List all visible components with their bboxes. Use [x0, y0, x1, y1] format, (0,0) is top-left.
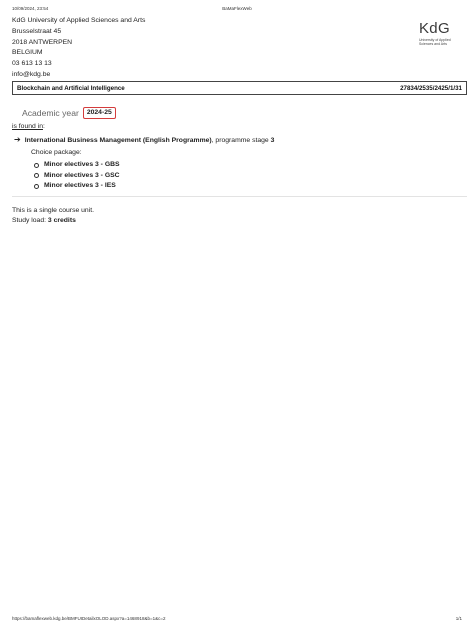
found-in-link[interactable]: is found in: [12, 123, 43, 130]
print-header: 10/09/2024, 23:54 BaMaFlexWeb: [12, 6, 462, 16]
found-in-colon: :: [42, 123, 45, 130]
kdg-logo: KdG University of Applied Sciences and A…: [419, 20, 469, 50]
print-title: BaMaFlexWeb: [222, 6, 252, 11]
programme-stage-text: , programme stage: [211, 136, 271, 144]
course-code: 27834/2535/2425/1/31: [400, 84, 462, 92]
elective-label: Minor electives 3 - GSC: [44, 171, 120, 179]
circle-bullet-icon: [34, 183, 39, 189]
list-item: Minor electives 3 - IES: [34, 181, 120, 192]
logo-subtitle: University of Applied Sciences and Arts: [419, 38, 469, 46]
course-title-bar: Blockchain and Artificial Intelligence 2…: [12, 81, 467, 95]
study-load-label: Study load:: [12, 217, 48, 224]
elective-label: Minor electives 3 - GBS: [44, 161, 120, 168]
course-name: Blockchain and Artificial Intelligence: [17, 84, 125, 92]
logo-subtitle-line: Sciences and Arts: [419, 42, 448, 46]
electives-list: Minor electives 3 - GBS Minor electives …: [34, 160, 120, 192]
course-unit-note: This is a single course unit.: [12, 207, 94, 214]
list-item: Minor electives 3 - GBS: [34, 160, 120, 171]
programme-entry: ➔ International Business Management (Eng…: [14, 136, 274, 144]
divider: [12, 196, 467, 197]
programme-stage: 3: [270, 136, 275, 144]
print-datetime: 10/09/2024, 23:54: [12, 6, 49, 11]
choice-package-label: Choice package:: [31, 149, 82, 156]
academic-year: Academic year 2024-25: [22, 107, 116, 119]
academic-year-badge[interactable]: 2024-25: [82, 107, 116, 119]
address-line: BELGIUM: [12, 49, 43, 57]
study-load: Study load: 3 credits: [12, 217, 76, 224]
elective-label: Minor electives 3 - IES: [44, 182, 116, 189]
address-phone: 03 613 13 13: [12, 60, 52, 68]
address-line: KdG University of Applied Sciences and A…: [12, 17, 146, 24]
academic-year-label: Academic year: [22, 108, 79, 118]
found-in-heading: is found in:: [12, 123, 45, 130]
address-email: info@kdg.be: [12, 70, 51, 78]
logo-text: KdG: [419, 20, 450, 37]
circle-bullet-icon: [34, 162, 39, 168]
institution-address: KdG University of Applied Sciences and A…: [12, 16, 145, 81]
address-line: 2018 ANTWERPEN: [12, 38, 73, 46]
circle-bullet-icon: [34, 173, 39, 179]
arrow-right-icon: ➔: [14, 135, 21, 144]
list-item: Minor electives 3 - GSC: [34, 171, 120, 182]
address-line: Brusselstraat 45: [12, 27, 62, 35]
page-number: 1/1: [455, 616, 462, 621]
footer-url: https://bamaflexweb.kdg.be/BMFUIDetailxO…: [12, 616, 166, 621]
programme-name[interactable]: International Business Management (Engli…: [25, 137, 212, 144]
study-load-value: 3 credits: [47, 217, 76, 224]
